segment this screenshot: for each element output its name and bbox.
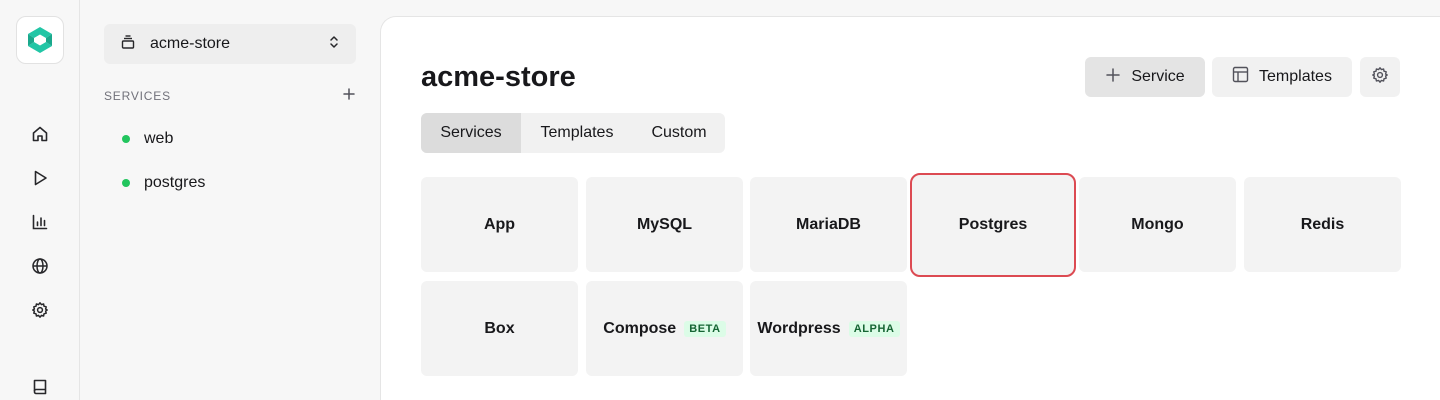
main-panel: acme-store Service Templates Services Te… xyxy=(380,16,1440,400)
chevron-up-down-icon xyxy=(328,35,340,54)
app-logo[interactable] xyxy=(16,16,64,64)
logo-icon xyxy=(28,27,52,53)
play-icon[interactable] xyxy=(28,166,52,190)
sidebar-item-postgres[interactable]: postgres xyxy=(104,165,356,201)
add-service-icon[interactable] xyxy=(342,87,356,106)
status-dot xyxy=(122,179,130,187)
sidebar-item-label: web xyxy=(144,130,174,147)
gear-icon xyxy=(1371,66,1389,89)
templates-button-label: Templates xyxy=(1259,68,1332,85)
templates-button[interactable]: Templates xyxy=(1212,57,1352,97)
service-tile-box[interactable]: Box xyxy=(421,281,578,376)
plus-icon xyxy=(1105,67,1121,88)
service-tabs: Services Templates Custom xyxy=(421,113,725,153)
add-service-button[interactable]: Service xyxy=(1085,57,1205,97)
project-sidebar: acme-store SERVICES web postgres xyxy=(80,0,380,400)
tile-label: Redis xyxy=(1300,215,1345,233)
service-tile-mariadb[interactable]: MariaDB xyxy=(750,177,907,272)
home-icon[interactable] xyxy=(28,122,52,146)
service-tile-redis[interactable]: Redis xyxy=(1244,177,1401,272)
sidebar-item-web[interactable]: web xyxy=(104,121,356,157)
project-name: acme-store xyxy=(150,35,231,52)
settings-button[interactable] xyxy=(1360,57,1400,97)
service-tile-app[interactable]: App xyxy=(421,177,578,272)
tab-custom[interactable]: Custom xyxy=(633,113,725,153)
tile-label: Box xyxy=(484,319,515,337)
project-selector[interactable]: acme-store xyxy=(104,24,356,64)
service-tile-compose[interactable]: Compose BETA xyxy=(586,281,743,376)
globe-icon[interactable] xyxy=(28,254,52,278)
chart-icon[interactable] xyxy=(28,210,52,234)
service-tile-mongo[interactable]: Mongo xyxy=(1079,177,1236,272)
alpha-badge: ALPHA xyxy=(848,320,900,337)
sidebar-item-label: postgres xyxy=(144,174,206,191)
layout-icon xyxy=(1232,66,1249,88)
service-tile-postgres[interactable]: Postgres xyxy=(910,173,1076,277)
icon-rail xyxy=(0,0,80,400)
tile-label: App xyxy=(483,215,516,233)
tile-label: Mongo xyxy=(1131,215,1184,233)
tab-templates[interactable]: Templates xyxy=(521,113,633,153)
beta-badge: BETA xyxy=(684,320,726,337)
tile-label: Compose xyxy=(603,319,677,337)
tile-label: MySQL xyxy=(636,215,693,233)
services-section-header: SERVICES xyxy=(104,87,356,106)
services-section-title: SERVICES xyxy=(104,89,171,103)
tile-label: MariaDB xyxy=(796,215,861,233)
project-icon xyxy=(120,34,136,55)
tile-label: Postgres xyxy=(958,216,1028,233)
status-dot xyxy=(122,135,130,143)
tab-services[interactable]: Services xyxy=(421,113,521,153)
service-tile-mysql[interactable]: MySQL xyxy=(586,177,743,272)
service-tile-wordpress[interactable]: Wordpress ALPHA xyxy=(750,281,907,376)
page-title: acme-store xyxy=(421,61,576,93)
add-service-label: Service xyxy=(1131,68,1185,85)
book-icon[interactable] xyxy=(28,375,52,399)
gear-icon[interactable] xyxy=(28,298,52,322)
tile-label: Wordpress xyxy=(757,319,841,337)
